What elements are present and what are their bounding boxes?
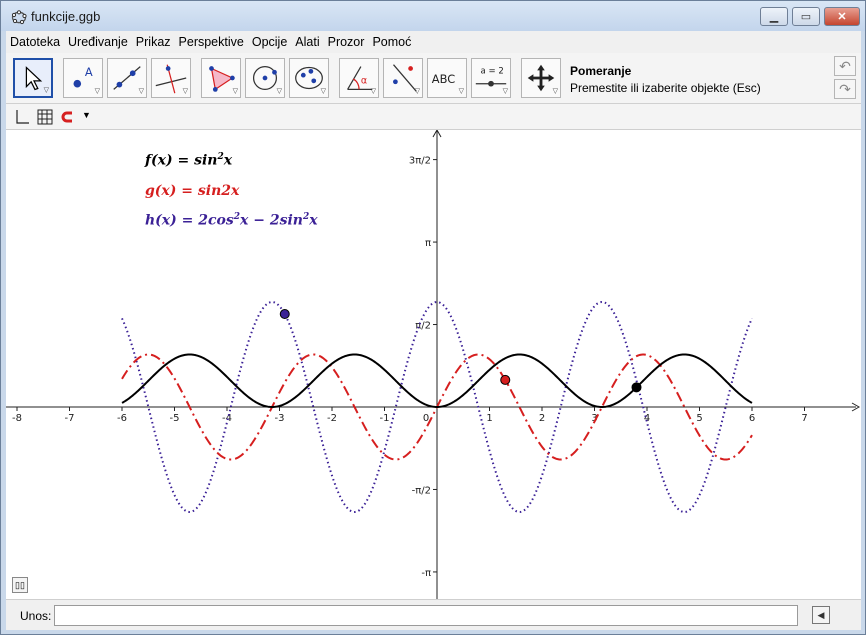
equation-g[interactable]: g(x) = sin2x bbox=[145, 183, 239, 199]
tool-menu-triangle-icon: ▽ bbox=[370, 88, 376, 95]
text-tool-button[interactable]: ABC ▽ bbox=[427, 58, 467, 98]
tool-menu-triangle-icon: ▽ bbox=[320, 88, 326, 95]
x-tick-label: -2 bbox=[327, 413, 337, 424]
circle-tool-button[interactable]: ▽ bbox=[245, 58, 285, 98]
menu-datoteka[interactable]: Datoteka bbox=[6, 35, 64, 49]
x-tick-label: 1 bbox=[486, 413, 492, 424]
equation-f[interactable]: f(x) = sin2x bbox=[145, 152, 232, 169]
redo-icon: ↷ bbox=[839, 80, 851, 97]
svg-text:ABC: ABC bbox=[432, 72, 455, 86]
equation-f-rhs: x bbox=[223, 152, 233, 169]
menu-uredivanje[interactable]: Uređivanje bbox=[64, 35, 132, 49]
tool-menu-triangle-icon: ▽ bbox=[182, 88, 188, 95]
title-bar: funkcije.ggb ▁ ▭ ✕ bbox=[1, 1, 865, 31]
polygon-tool-button[interactable]: ▽ bbox=[201, 58, 241, 98]
equation-h-lhs: h(x) = 2cos bbox=[145, 212, 234, 229]
menu-prozor[interactable]: Prozor bbox=[324, 35, 369, 49]
x-tick-label: -1 bbox=[380, 413, 390, 424]
svg-text:a = 2: a = 2 bbox=[481, 66, 504, 76]
x-tick-label: -7 bbox=[65, 413, 75, 424]
tool-menu-triangle-icon: ▽ bbox=[502, 88, 508, 95]
menu-bar: Datoteka Uređivanje Prikaz Perspektive O… bbox=[6, 31, 861, 53]
x-tick-label: -3 bbox=[275, 413, 285, 424]
y-tick-label: π bbox=[425, 238, 431, 249]
show-axes-icon[interactable] bbox=[14, 109, 30, 125]
point-on-f bbox=[631, 382, 642, 393]
maximize-button[interactable]: ▭ bbox=[792, 7, 820, 26]
input-label: Unos: bbox=[20, 609, 52, 623]
tool-menu-triangle-icon: ▽ bbox=[94, 88, 100, 95]
input-field[interactable] bbox=[54, 605, 798, 626]
menu-pomoc[interactable]: Pomoć bbox=[368, 35, 415, 49]
show-grid-icon[interactable] bbox=[37, 109, 53, 125]
toggle-algebra-button[interactable]: ▯▯ bbox=[12, 577, 28, 593]
point-tool-button[interactable]: A ▽ bbox=[63, 58, 103, 98]
x-tick-label: 5 bbox=[696, 413, 702, 424]
dropdown-arrow-icon[interactable]: ▼ bbox=[82, 110, 91, 120]
y-tick-label: -π/2 bbox=[412, 485, 431, 496]
reflect-tool-button[interactable]: ▽ bbox=[383, 58, 423, 98]
equation-f-lhs: f(x) = sin bbox=[145, 152, 218, 169]
point-on-g bbox=[500, 374, 511, 385]
input-bar: Unos: ◀ bbox=[6, 599, 861, 630]
tool-menu-triangle-icon: ▽ bbox=[552, 88, 558, 95]
redo-button[interactable]: ↷ bbox=[834, 79, 856, 99]
point-capturing-icon[interactable] bbox=[60, 109, 76, 125]
point-on-h bbox=[279, 309, 290, 320]
close-icon: ✕ bbox=[837, 11, 847, 23]
tool-menu-triangle-icon: ▽ bbox=[276, 88, 282, 95]
x-tick-label: 4 bbox=[644, 413, 650, 424]
menu-opcije[interactable]: Opcije bbox=[248, 35, 291, 49]
close-button[interactable]: ✕ bbox=[824, 7, 860, 26]
menu-perspektive[interactable]: Perspektive bbox=[175, 35, 248, 49]
svg-text:α: α bbox=[361, 76, 367, 87]
perpendicular-tool-button[interactable]: ▽ bbox=[151, 58, 191, 98]
svg-text:A: A bbox=[85, 65, 93, 79]
equation-g-lhs: g(x) = sin2x bbox=[145, 183, 240, 199]
tool-help-description: Premestite ili izaberite objekte (Esc) bbox=[570, 81, 761, 95]
tool-menu-triangle-icon: ▽ bbox=[414, 88, 420, 95]
conic-tool-button[interactable]: ▽ bbox=[289, 58, 329, 98]
window-title: funkcije.ggb bbox=[31, 9, 101, 24]
y-tick-label: π/2 bbox=[415, 321, 431, 332]
angle-tool-button[interactable]: α ▽ bbox=[339, 58, 379, 98]
y-tick-label: 3π/2 bbox=[409, 156, 431, 167]
tool-menu-triangle-icon: ▽ bbox=[232, 88, 238, 95]
undo-button[interactable]: ↶ bbox=[834, 56, 856, 76]
move-tool-button[interactable]: ▽ bbox=[13, 58, 53, 98]
panel-toggle-icon: ▯▯ bbox=[15, 579, 25, 590]
menu-prikaz[interactable]: Prikaz bbox=[132, 35, 175, 49]
slider-tool-button[interactable]: a = 2 ▽ bbox=[471, 58, 511, 98]
minimize-icon: ▁ bbox=[769, 11, 779, 23]
x-tick-label: 6 bbox=[749, 413, 755, 424]
equation-h-mid: x − 2sin bbox=[240, 212, 303, 229]
line-tool-button[interactable]: ▽ bbox=[107, 58, 147, 98]
input-help-button[interactable]: ◀ bbox=[812, 606, 830, 624]
move-view-tool-button[interactable]: ▽ bbox=[521, 58, 561, 98]
x-tick-label: -5 bbox=[170, 413, 180, 424]
minimize-button[interactable]: ▁ bbox=[760, 7, 788, 26]
equation-h-rhs: x bbox=[309, 212, 318, 229]
graphics-view[interactable]: -8 -7 -6 -5 -4 -3 -2 -1 0 1 2 3 4 5 6 7 3π/2 π π/2 -π/2 -π f… bbox=[6, 129, 861, 599]
tool-help-title: Pomeranje bbox=[570, 64, 632, 78]
plot-canvas[interactable]: -8 -7 -6 -5 -4 -3 -2 -1 0 1 2 3 4 5 6 73π/2ππ/2-π/2-π bbox=[6, 130, 861, 599]
undo-icon: ↶ bbox=[839, 57, 851, 74]
y-tick-label: -π bbox=[421, 568, 431, 579]
app-window: funkcije.ggb ▁ ▭ ✕ Datoteka Uređivanje P… bbox=[0, 0, 866, 635]
style-bar: ▼ bbox=[6, 103, 861, 129]
restore-icon: ▭ bbox=[800, 11, 812, 23]
x-tick-label: -6 bbox=[117, 413, 127, 424]
x-tick-label: 2 bbox=[539, 413, 545, 424]
geogebra-logo-icon bbox=[11, 10, 27, 25]
equation-h[interactable]: h(x) = 2cos2x − 2sin2x bbox=[145, 212, 318, 229]
menu-alati[interactable]: Alati bbox=[291, 35, 323, 49]
x-tick-label: -8 bbox=[12, 413, 22, 424]
tool-menu-triangle-icon: ▽ bbox=[458, 88, 464, 95]
tool-menu-triangle-icon: ▽ bbox=[43, 87, 49, 94]
caret-left-icon: ◀ bbox=[817, 609, 825, 620]
x-tick-label: 7 bbox=[801, 413, 807, 424]
tool-menu-triangle-icon: ▽ bbox=[138, 88, 144, 95]
